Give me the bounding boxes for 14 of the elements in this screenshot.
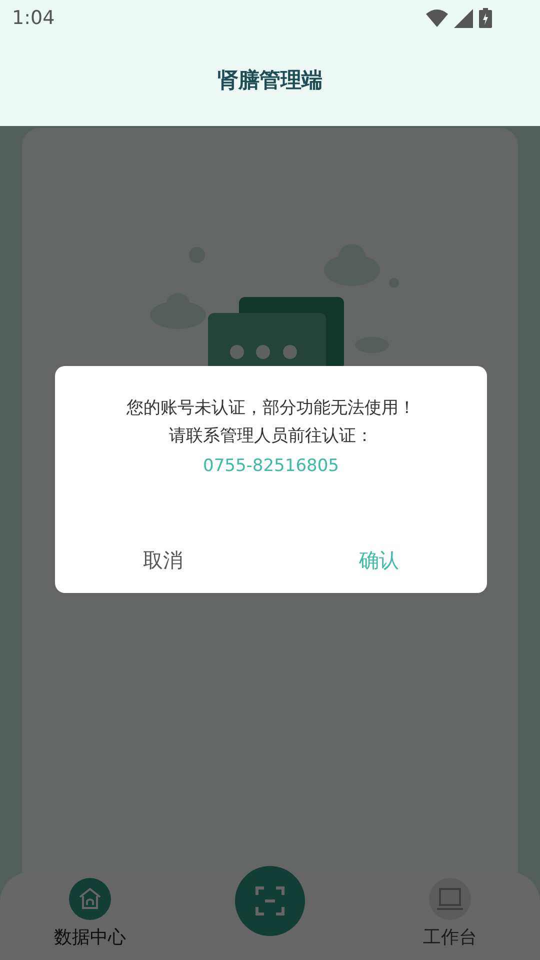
wifi-icon bbox=[426, 9, 448, 27]
battery-icon bbox=[479, 8, 492, 28]
app-title: 肾膳管理端 bbox=[218, 67, 322, 94]
scan-icon bbox=[255, 886, 285, 916]
phone-number: 0755-82516805 bbox=[203, 455, 339, 478]
cancel-button[interactable]: 取消 bbox=[139, 544, 187, 574]
confirm-button[interactable]: 确认 bbox=[355, 544, 403, 574]
signal-icon bbox=[454, 8, 473, 28]
monitor-icon bbox=[436, 886, 464, 912]
status-time: 1:04 bbox=[12, 6, 55, 31]
dialog-message: 您的账号未认证，部分功能无法使用！ 请联系管理人员前往认证： bbox=[126, 397, 416, 448]
nav-tab[interactable]: 数据中心 bbox=[40, 872, 140, 951]
home-icon bbox=[77, 886, 103, 912]
nav-tab[interactable]: 工作台 bbox=[400, 872, 500, 951]
